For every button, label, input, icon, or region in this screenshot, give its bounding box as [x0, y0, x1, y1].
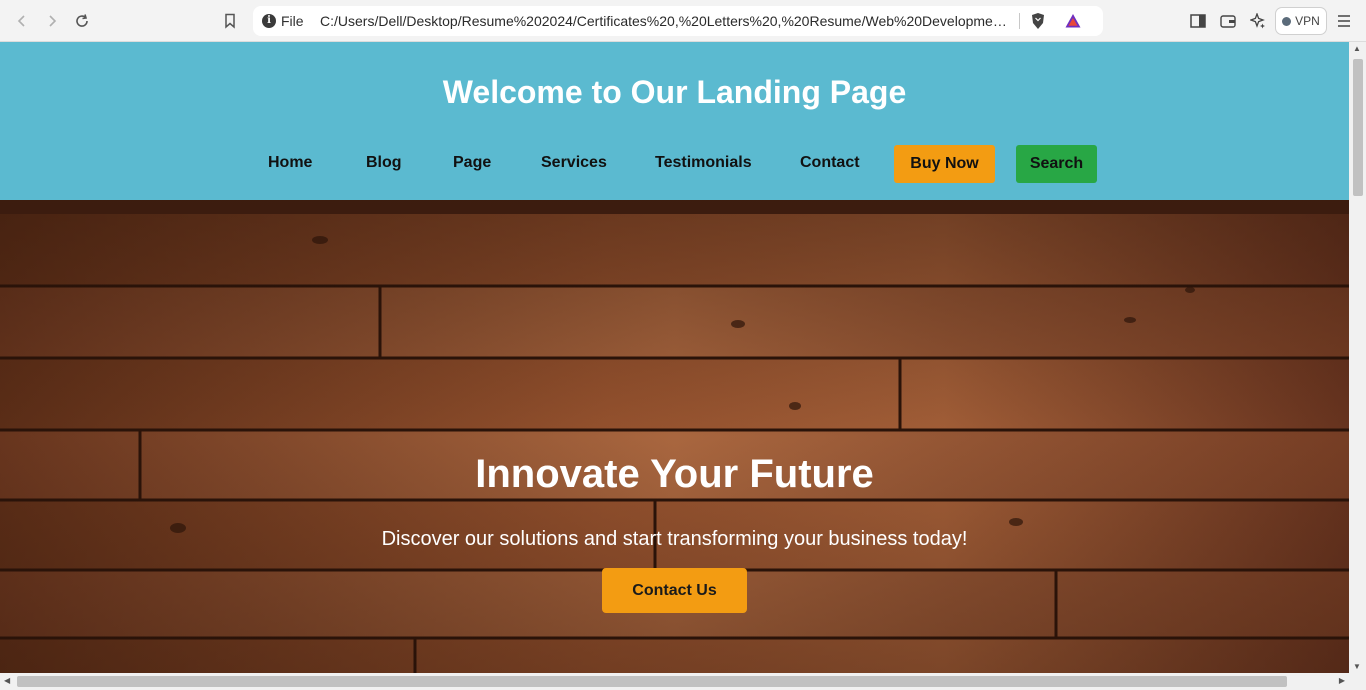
menu-icon[interactable] — [1332, 9, 1356, 33]
bookmark-icon[interactable] — [218, 9, 242, 33]
nav-page[interactable]: Page — [453, 154, 491, 172]
nav-blog[interactable]: Blog — [366, 154, 402, 172]
address-scheme: File — [281, 13, 304, 29]
back-icon[interactable] — [10, 9, 34, 33]
forward-icon[interactable] — [40, 9, 64, 33]
reload-icon[interactable] — [70, 9, 94, 33]
nav-contact[interactable]: Contact — [800, 154, 860, 172]
brave-shield-icon[interactable] — [1030, 12, 1046, 35]
hero-subtitle: Discover our solutions and start transfo… — [381, 528, 968, 550]
page-viewport: Welcome to Our Landing Page Home Blog Pa… — [0, 42, 1349, 673]
scroll-down-icon[interactable]: ▼ — [1353, 662, 1361, 671]
contact-us-button[interactable]: Contact Us — [602, 568, 747, 613]
buy-now-button[interactable]: Buy Now — [894, 145, 995, 183]
scroll-up-icon[interactable]: ▲ — [1353, 44, 1361, 53]
leo-ai-icon[interactable] — [1246, 9, 1270, 33]
address-url[interactable]: C:/Users/Dell/Desktop/Resume%202024/Cert… — [320, 13, 1010, 29]
site-title: Welcome to Our Landing Page — [442, 74, 907, 110]
vpn-button[interactable]: VPN — [1275, 7, 1327, 35]
vertical-scrollbar[interactable]: ▲ ▼ — [1349, 42, 1366, 673]
browser-toolbar: i File C:/Users/Dell/Desktop/Resume%2020… — [0, 0, 1366, 42]
horizontal-scrollbar[interactable]: ◀ ▶ — [0, 673, 1349, 690]
scroll-right-icon[interactable]: ▶ — [1339, 676, 1345, 685]
nav-home[interactable]: Home — [268, 154, 312, 172]
scroll-left-icon[interactable]: ◀ — [4, 676, 10, 685]
hero-section: Innovate Your Future Discover our soluti… — [0, 200, 1349, 673]
address-bar[interactable]: i File C:/Users/Dell/Desktop/Resume%2020… — [253, 6, 1103, 36]
main-nav: Home Blog Page Services Testimonials Con… — [0, 145, 1349, 183]
nav-services[interactable]: Services — [541, 154, 607, 172]
horizontal-scroll-thumb[interactable] — [17, 676, 1287, 687]
search-button[interactable]: Search — [1016, 145, 1097, 183]
nav-testimonials[interactable]: Testimonials — [655, 154, 752, 172]
scrollbar-corner — [1349, 673, 1366, 690]
sidebar-icon[interactable] — [1186, 9, 1210, 33]
vpn-status-icon — [1282, 16, 1292, 26]
hero-title: Innovate Your Future — [475, 452, 874, 496]
vertical-scroll-thumb[interactable] — [1353, 59, 1363, 196]
info-icon[interactable]: i — [262, 14, 276, 28]
wallet-icon[interactable] — [1216, 9, 1240, 33]
vpn-label: VPN — [1295, 14, 1320, 28]
brave-rewards-icon[interactable] — [1064, 12, 1082, 35]
address-divider — [1019, 13, 1020, 29]
site-header: Welcome to Our Landing Page Home Blog Pa… — [0, 42, 1349, 200]
